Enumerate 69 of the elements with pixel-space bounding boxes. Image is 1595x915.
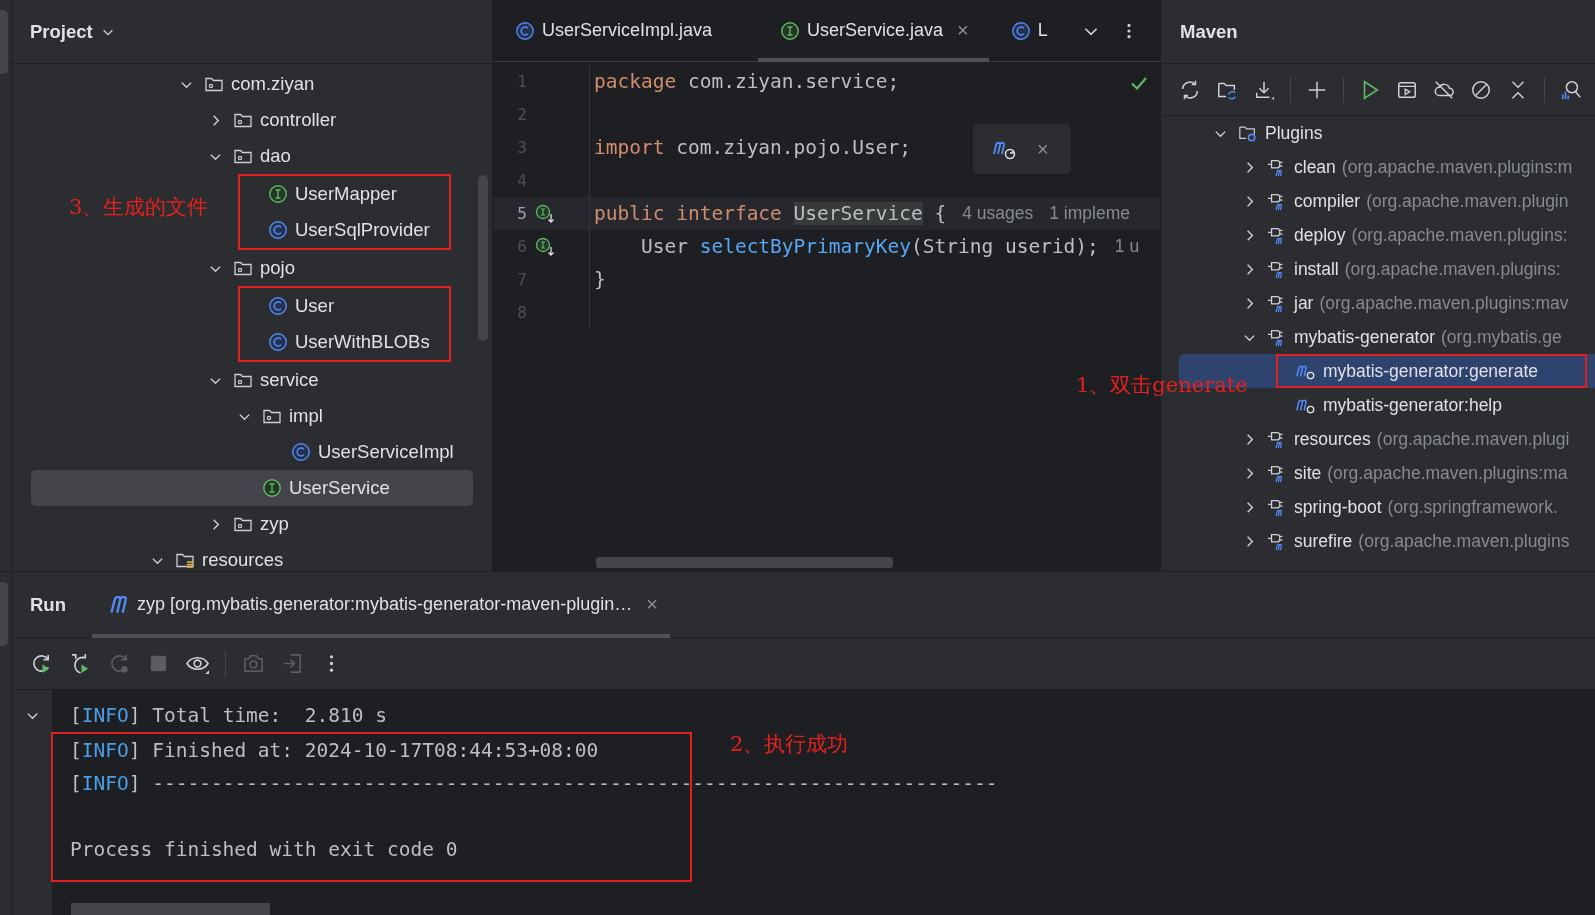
tree-item[interactable]: clean (org.apache.maven.plugins:m [1179,150,1595,184]
console-line: [INFO] Finished at: 2024-10-17T08:44:53+08:00 [70,739,599,762]
tree-item[interactable]: User [240,288,449,324]
tree-item[interactable]: UserMapper [240,176,449,212]
plugins-folder-icon [1238,123,1258,143]
skip-icon[interactable] [1470,78,1492,101]
tree-item[interactable]: mybatis-generator (org.mybatis.ge [1179,320,1595,354]
editor-tab[interactable]: UserService.java × [758,0,989,62]
interface-icon [262,478,282,498]
console-line: Process finished with exit code 0 [70,838,458,861]
offline-icon[interactable] [1433,78,1455,101]
code-line: } [594,268,606,291]
tree-item[interactable]: Plugins [1179,116,1595,150]
tree-item[interactable]: UserService [31,470,473,506]
class-icon [1010,20,1031,41]
inlay-hint[interactable]: 1 impleme [1049,203,1130,224]
tree-item[interactable]: pojo [31,250,473,286]
class-icon [268,296,288,316]
tree-item[interactable]: site (org.apache.maven.plugins:ma [1179,456,1595,490]
tree-item[interactable]: zyp [31,506,473,542]
class-icon [515,20,535,41]
run-tab[interactable]: zyp [org.mybatis.generator:mybatis-generator-maven-plugin… × [92,571,670,638]
refresh-icon[interactable] [1179,78,1201,101]
close-button[interactable]: × [1037,137,1049,161]
code-line: public interface UserService { [594,202,947,225]
class-icon [268,332,288,352]
class-icon [268,220,288,240]
annotation-text: 3、生成的文件 [69,194,209,221]
tree-item[interactable]: spring-boot (org.springframework. [1179,490,1595,524]
scrollbar-thumb[interactable] [71,903,270,915]
implementation-marker-icon[interactable] [535,203,557,224]
close-tab-button[interactable]: × [646,593,658,616]
scrollbar-thumb[interactable] [596,557,893,568]
tree-item[interactable]: surefire (org.apache.maven.plugins [1179,524,1595,558]
inlay-hint[interactable]: 4 usages [962,203,1034,224]
panel-title[interactable]: Project [30,20,93,43]
analyze-icon[interactable] [1560,78,1582,101]
tree-item[interactable]: deploy (org.apache.maven.plugins: [1179,218,1595,252]
tree-item[interactable]: resources (org.apache.maven.plugi [1179,422,1595,456]
tree-item[interactable]: UserServiceImpl [31,434,473,470]
tree-item[interactable]: impl [31,398,473,434]
interface-icon [268,184,288,204]
line-number: 5 [516,204,527,223]
console-line: [INFO] ------------------------------------------------------------------------ [70,772,998,795]
tree-item[interactable]: jar (org.apache.maven.plugins:mav [1179,286,1595,320]
tree-item[interactable]: com.ziyan [31,66,473,102]
inlay-hint[interactable]: 1 u [1114,236,1140,257]
panel-title: Run [30,593,67,616]
close-tab-button[interactable]: × [957,19,969,42]
code-line: import com.ziyan.pojo.User; [594,136,911,159]
tree-item[interactable]: UserWithBLOBs [240,324,449,360]
tree-item[interactable]: service [31,362,473,398]
editor-tab[interactable]: L [988,0,1068,62]
console-line: [INFO] Total time: 2.810 s [70,704,387,727]
tree-item[interactable]: UserSqlProvider [240,212,449,248]
tree-item[interactable]: compiler (org.apache.maven.plugin [1179,184,1595,218]
interface-icon [780,20,801,41]
editor-tab[interactable]: UserServiceImpl.java [493,0,733,62]
class-icon [291,442,311,462]
maven-icon [110,595,127,614]
panel-title: Maven [1180,20,1238,43]
tree-item[interactable]: install (org.apache.maven.plugins: [1179,252,1595,286]
code-line: package com.ziyan.service; [594,70,900,93]
annotation-text: 2、执行成功 [730,731,849,758]
scrollbar-thumb[interactable] [478,175,488,341]
implementation-marker-icon[interactable] [535,236,557,257]
tree-item[interactable]: controller [31,102,473,138]
code-line: User selectByPrimaryKey(String userid); [639,235,1099,258]
tree-item[interactable]: dao [31,138,473,174]
